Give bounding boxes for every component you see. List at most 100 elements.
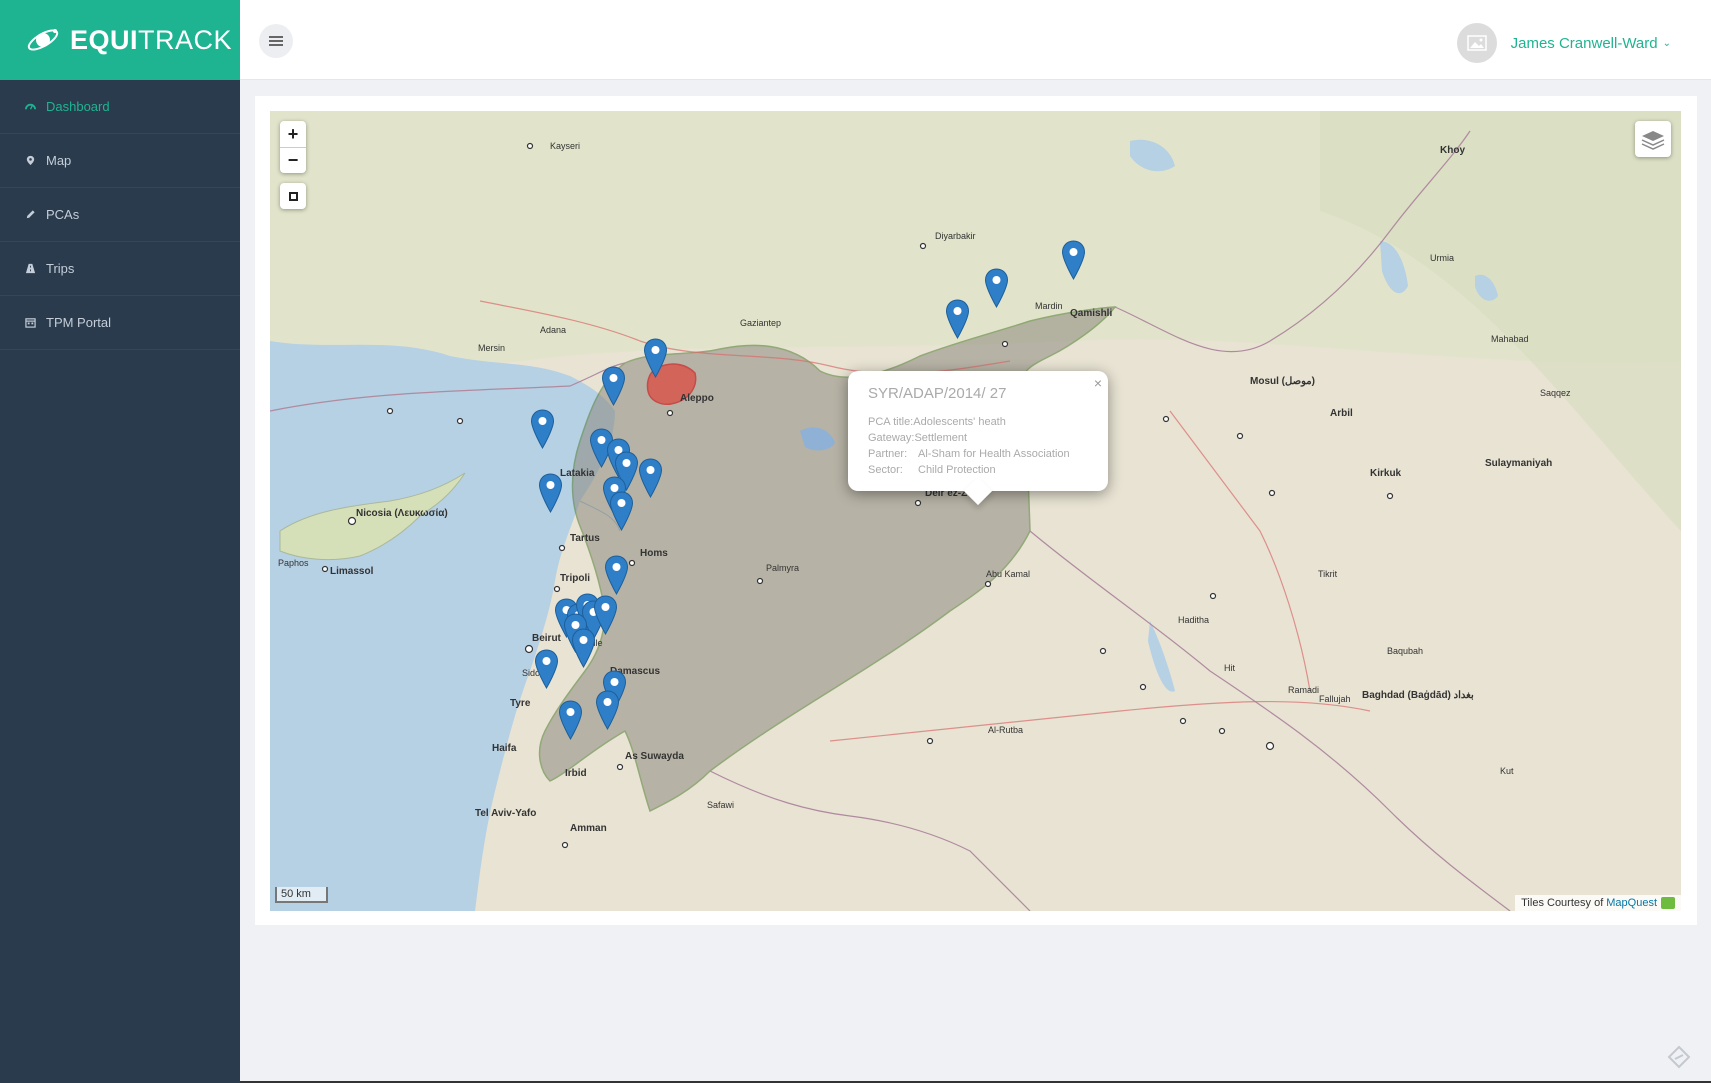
layers-button[interactable] <box>1635 121 1671 157</box>
menu-toggle-button[interactable] <box>259 24 293 58</box>
user-menu[interactable]: James Cranwell-Ward ⌄ <box>1456 23 1671 63</box>
map-marker[interactable] <box>1061 240 1086 281</box>
feedback-icon[interactable] <box>1667 1045 1691 1069</box>
map-label-qamishli: Qamishli <box>1070 308 1112 319</box>
map-marker[interactable] <box>984 268 1009 309</box>
map-label-latakia: Latakia <box>560 468 595 479</box>
map-label-diyarbakir: Diyarbakir <box>935 231 976 241</box>
map-label-mersin: Mersin <box>478 343 505 353</box>
map-label-homs: Homs <box>640 548 668 559</box>
map-label-haditha: Haditha <box>1178 615 1209 625</box>
map-label-saqqez: Saqqez <box>1540 388 1571 398</box>
map-marker[interactable] <box>643 338 668 379</box>
map-marker-icon <box>530 409 555 449</box>
map-label-baqubah: Baqubah <box>1387 646 1423 656</box>
map-marker-icon <box>1061 240 1086 280</box>
sidebar-item-trips[interactable]: Trips <box>0 242 240 296</box>
scale-bar: 50 km <box>275 887 328 903</box>
map-label-mardin: Mardin <box>1035 301 1063 311</box>
map-marker-icon <box>643 338 668 378</box>
sidebar-item-pcas[interactable]: PCAs <box>0 188 240 242</box>
map-marker-icon <box>534 649 559 689</box>
map-marker[interactable] <box>595 690 620 731</box>
map-marker[interactable] <box>604 555 629 596</box>
sidebar-item-tpm-portal[interactable]: TPM Portal <box>0 296 240 350</box>
basemap: Aleppo Latakia Tartus Homs Tripoli Beiru… <box>270 111 1681 911</box>
close-icon[interactable]: × <box>1094 375 1102 391</box>
zoom-out-button[interactable]: − <box>280 147 306 173</box>
popup-title: SYR/ADAP/2014/ 27 <box>868 385 1007 402</box>
map-label-safawi: Safawi <box>707 800 734 810</box>
map-label-kut: Kut <box>1500 766 1514 776</box>
sidebar-item-map[interactable]: Map <box>0 134 240 188</box>
map-marker[interactable] <box>945 299 970 340</box>
map-label-tripoli: Tripoli <box>560 573 590 584</box>
map-marker[interactable] <box>593 595 618 636</box>
map-label-palmyra: Palmyra <box>766 563 799 573</box>
popup-row-sector: Sector: Child Protection <box>868 464 996 476</box>
square-icon <box>288 191 298 201</box>
top-bar: James Cranwell-Ward ⌄ <box>240 0 1711 80</box>
map-marker[interactable] <box>530 409 555 450</box>
map-marker-icon <box>571 628 596 668</box>
popup-row-partner: Partner: Al-Sham for Health Association <box>868 448 1070 460</box>
mapquest-link[interactable]: MapQuest <box>1606 897 1657 909</box>
map-marker-icon <box>538 473 563 513</box>
mapquest-logo-icon <box>1661 897 1675 909</box>
map-label-kayseri: Kayseri <box>550 141 580 151</box>
map-label-hit: Hit <box>1224 663 1235 673</box>
map-marker-icon <box>24 155 36 167</box>
road-icon <box>24 263 36 275</box>
map-label-arbil: Arbil <box>1330 408 1353 419</box>
dashboard-icon <box>24 101 36 113</box>
image-placeholder-icon <box>1466 35 1487 51</box>
avatar <box>1456 23 1497 63</box>
map-marker[interactable] <box>571 628 596 669</box>
map-label-aleppo: Aleppo <box>680 393 714 404</box>
map-marker-icon <box>604 555 629 595</box>
sidebar: EQUITRACK Dashboard Map PCAs Trips TPM P… <box>0 0 240 1083</box>
sidebar-item-label: PCAs <box>46 207 80 222</box>
map-marker[interactable] <box>609 491 634 532</box>
map-view[interactable]: Aleppo Latakia Tartus Homs Tripoli Beiru… <box>270 111 1681 911</box>
map-attribution: Tiles Courtesy of MapQuest <box>1515 895 1681 911</box>
user-name: James Cranwell-Ward <box>1510 34 1658 52</box>
chevron-down-icon: ⌄ <box>1662 37 1671 49</box>
map-label-as-suwayda: As Suwayda <box>625 751 684 762</box>
map-label-baghdad: Baghdad (Baġdād) بغداد <box>1362 690 1474 701</box>
sidebar-item-dashboard[interactable]: Dashboard <box>0 80 240 134</box>
sidebar-item-label: Dashboard <box>46 99 110 114</box>
calendar-icon <box>24 317 36 329</box>
map-label-al-rutba: Al-Rutba <box>988 725 1023 735</box>
map-label-amman: Amman <box>570 823 607 834</box>
map-label-tyre: Tyre <box>510 698 531 709</box>
map-marker[interactable] <box>601 366 626 407</box>
map-marker[interactable] <box>558 700 583 741</box>
satellite-logo-icon <box>27 29 59 51</box>
map-marker-icon <box>558 700 583 740</box>
map-marker[interactable] <box>638 458 663 499</box>
map-label-haifa: Haifa <box>492 743 517 754</box>
pca-popup: × SYR/ADAP/2014/ 27 PCA title:Adolescent… <box>848 371 1108 506</box>
map-label-mahabad: Mahabad <box>1491 334 1529 344</box>
layers-icon <box>1641 131 1665 150</box>
map-marker[interactable] <box>538 473 563 514</box>
hamburger-icon <box>269 36 283 46</box>
map-label-ramadi: Ramadi <box>1288 685 1319 695</box>
brand-logo[interactable]: EQUITRACK <box>0 0 240 80</box>
map-marker-icon <box>638 458 663 498</box>
map-panel: Aleppo Latakia Tartus Homs Tripoli Beiru… <box>255 96 1697 925</box>
map-marker-icon <box>595 690 620 730</box>
draw-rectangle-button[interactable] <box>280 183 306 209</box>
map-label-fallujah: Fallujah <box>1319 694 1351 704</box>
map-label-irbid: Irbid <box>565 768 587 779</box>
map-label-tikrit: Tikrit <box>1318 569 1338 579</box>
attribution-text: Tiles Courtesy of <box>1521 897 1604 909</box>
map-label-tel-aviv: Tel Aviv-Yafo <box>475 808 536 819</box>
pencil-icon <box>24 209 36 221</box>
zoom-in-button[interactable]: + <box>280 121 306 147</box>
sidebar-item-label: Trips <box>46 261 75 276</box>
map-label-khoy: Khoy <box>1440 145 1465 156</box>
sidebar-item-label: Map <box>46 153 72 168</box>
map-marker[interactable] <box>534 649 559 690</box>
